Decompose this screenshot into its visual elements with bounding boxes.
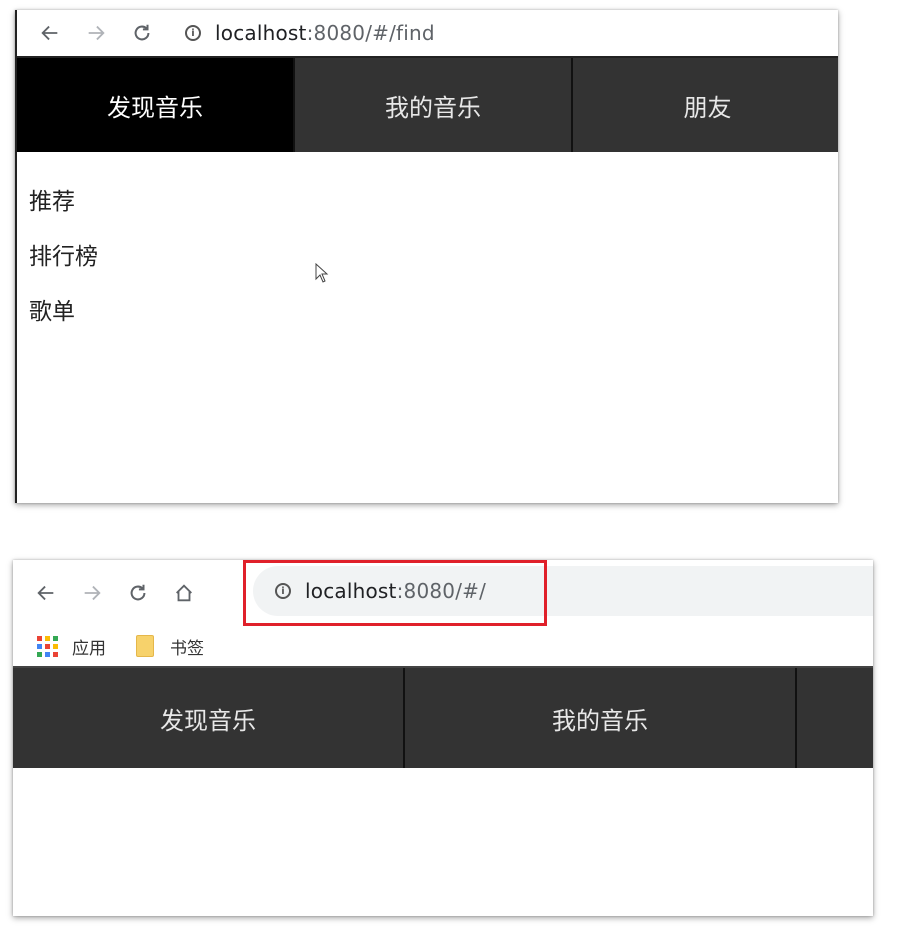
tab-my-music[interactable]: 我的音乐 [295, 58, 573, 152]
home-button[interactable] [171, 580, 197, 606]
tab-friends-partial[interactable] [797, 668, 873, 768]
sub-link-playlists[interactable]: 歌单 [29, 296, 838, 351]
music-tab-bar: 发现音乐 我的音乐 朋友 [17, 56, 838, 152]
browser-toolbar: i localhost:8080/#/ [13, 560, 873, 626]
bookmark-folder-label: 书签 [170, 638, 204, 659]
arrow-left-icon [41, 25, 58, 41]
reload-icon [134, 24, 150, 41]
home-icon [176, 584, 192, 602]
music-tab-bar: 发现音乐 我的音乐 [13, 666, 873, 768]
browser-window-find: i localhost:8080/#/find 发现音乐 我的音乐 朋友 推荐 … [15, 10, 838, 503]
url-text: localhost:8080/#/find [215, 21, 435, 45]
reload-button[interactable] [125, 580, 151, 606]
discover-sub-nav: 推荐 排行榜 歌单 [17, 152, 838, 351]
forward-button[interactable] [83, 20, 109, 46]
browser-toolbar: i localhost:8080/#/find [17, 10, 838, 56]
info-icon[interactable]: i [185, 25, 201, 41]
sub-link-recommend[interactable]: 推荐 [29, 186, 838, 241]
apps-shortcut[interactable]: 应用 [37, 634, 106, 659]
address-bar[interactable]: i localhost:8080/#/find [185, 21, 435, 45]
browser-window-root: i localhost:8080/#/ 应用 书签 发现音乐 我的音乐 [13, 560, 873, 916]
reload-button[interactable] [129, 20, 155, 46]
bookmarks-bar: 应用 书签 [13, 626, 873, 666]
back-button[interactable] [37, 20, 63, 46]
tab-discover-music[interactable]: 发现音乐 [13, 668, 405, 768]
back-button[interactable] [33, 580, 59, 606]
tab-discover-music[interactable]: 发现音乐 [17, 58, 295, 152]
tab-my-music[interactable]: 我的音乐 [405, 668, 797, 768]
forward-button[interactable] [79, 580, 105, 606]
apps-label: 应用 [72, 638, 106, 659]
mouse-cursor-icon [315, 263, 329, 283]
apps-grid-icon [37, 635, 58, 657]
tab-friends[interactable]: 朋友 [573, 58, 838, 152]
reload-icon [130, 584, 146, 601]
arrow-right-icon [84, 585, 101, 601]
sub-link-rankings[interactable]: 排行榜 [29, 241, 838, 296]
arrow-left-icon [37, 585, 54, 601]
url-highlight-annotation [243, 560, 547, 626]
folder-icon [136, 635, 154, 657]
arrow-right-icon [88, 25, 105, 41]
bookmark-folder[interactable]: 书签 [136, 634, 204, 659]
